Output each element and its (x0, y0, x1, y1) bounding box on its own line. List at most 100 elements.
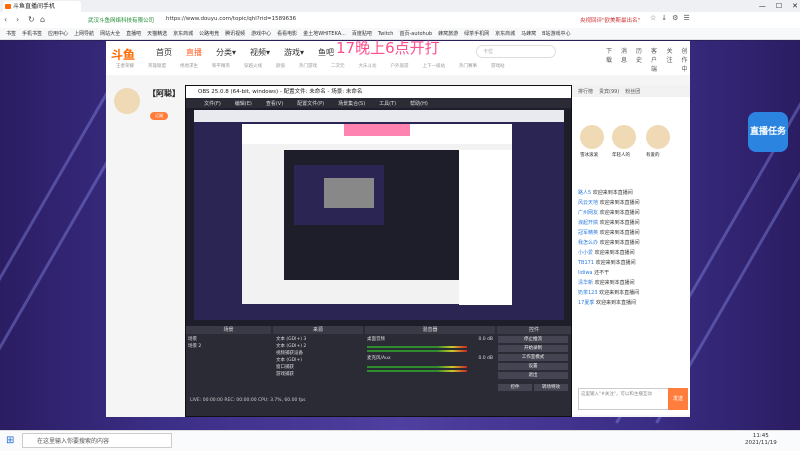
bookmark-item[interactable]: 直播吧 (126, 30, 141, 37)
start-recording-button[interactable]: 开始录制 (498, 345, 568, 352)
browser-tab[interactable]: 斗鱼直播间手机 (3, 1, 81, 12)
chat-nick[interactable]: TB171 (578, 260, 594, 266)
sub-nav-item[interactable]: 王者荣耀 (116, 63, 134, 69)
star-icon[interactable]: ☆ (650, 14, 656, 22)
news-notice[interactable]: 央视回评"欧美斯最出名" (580, 16, 640, 24)
nav-video[interactable]: 视频▾ (250, 47, 270, 58)
tab-vip[interactable]: 贵宾(99) (599, 88, 619, 95)
bookmark-item[interactable]: B站游戏中心 (542, 30, 570, 37)
sub-nav-item[interactable]: 上下一级站 (423, 63, 446, 69)
send-button[interactable]: 发送 (668, 388, 688, 410)
chat-nick[interactable]: lidiwa (578, 270, 593, 276)
scene-item[interactable]: 场景 2 (188, 343, 201, 350)
nav-fishbar[interactable]: 鱼吧 (318, 47, 334, 58)
obs-menu-file[interactable]: 文件(F) (204, 100, 221, 107)
bookmark-item[interactable]: 京东商城 (173, 30, 193, 37)
nav-game[interactable]: 游戏▾ (284, 47, 304, 58)
bookmark-item[interactable]: 蜂窝旅游 (438, 30, 458, 37)
streamer-avatar[interactable] (114, 88, 140, 114)
source-item[interactable]: 窗口捕获 (276, 364, 306, 371)
bookmark-item[interactable]: 京东商城 (495, 30, 515, 37)
obs-menu-tools[interactable]: 工具(T) (379, 100, 396, 107)
sub-nav-item[interactable]: 颜值 (276, 63, 285, 69)
bookmark-item[interactable]: 看看电影 (277, 30, 297, 37)
bookmark-item[interactable]: 金土地WHITEKA... (303, 30, 346, 37)
bookmark-item[interactable]: 应用中心 (48, 30, 68, 37)
tab-ranking[interactable]: 排行榜 (578, 88, 593, 95)
fan-avatar[interactable] (612, 125, 636, 149)
bookmark-item[interactable]: 马蜂窝 (521, 30, 536, 37)
bookmark-item[interactable]: Twitch (378, 31, 394, 37)
close-button[interactable]: ✕ (792, 0, 798, 12)
bookmark-item[interactable]: 首页-autohub (399, 30, 432, 37)
sub-nav-item[interactable]: 热门赛事 (459, 63, 477, 69)
stop-stream-button[interactable]: 停止推流 (498, 336, 568, 343)
home-icon[interactable]: ⌂ (40, 15, 45, 24)
nav-live[interactable]: 直播 (186, 47, 202, 58)
studio-mode-button[interactable]: 工作室模式 (498, 354, 568, 361)
bookmark-item[interactable]: 书签 (6, 30, 16, 37)
douyu-logo[interactable]: 斗鱼 (111, 46, 135, 63)
chat-nick[interactable]: 我怎么办 (578, 240, 598, 246)
obs-menu-view[interactable]: 查看(V) (266, 100, 283, 107)
chat-nick[interactable]: 清华新 (578, 280, 593, 286)
transitions-tab[interactable]: 转场特效 (534, 384, 568, 391)
source-item[interactable]: 文本 (GDI+) (276, 357, 306, 364)
obs-preview[interactable] (194, 110, 564, 320)
bookmark-item[interactable]: 上网导航 (74, 30, 94, 37)
sub-nav-item[interactable]: 热门游戏 (299, 63, 317, 69)
settings-button[interactable]: 设置 (498, 363, 568, 370)
exit-button[interactable]: 退出 (498, 372, 568, 379)
source-item[interactable]: 文本 (GDI+) 3 (276, 336, 306, 343)
controls-tab[interactable]: 控件 (498, 384, 532, 391)
taskbar-search-input[interactable]: 在这里输入你要搜索的内容 (22, 433, 172, 448)
sub-nav-item[interactable]: 户外旅游 (391, 63, 409, 69)
sub-nav-item[interactable]: 穿越火线 (244, 63, 262, 69)
secure-site-label[interactable]: 武汉斗鱼网络科技有限公司 (88, 16, 154, 24)
bookmark-item[interactable]: 游戏中心 (251, 30, 271, 37)
chat-nick[interactable]: 浪起开搞 (578, 220, 598, 226)
bookmark-item[interactable]: 腾讯视频 (225, 30, 245, 37)
sub-nav-item[interactable]: 二次元 (331, 63, 345, 69)
sub-nav-item[interactable]: 大乐斗龙 (359, 63, 377, 69)
chat-nick[interactable]: 广州网友 (578, 210, 598, 216)
maximize-button[interactable]: ☐ (776, 0, 782, 12)
reload-icon[interactable]: ↻ (28, 15, 35, 24)
fan-avatar[interactable] (646, 125, 670, 149)
url-field[interactable]: https://www.douyu.com/topic/qhl?rid=1589… (166, 16, 296, 22)
chat-input[interactable]: 这里输入"#关注"，可以和主播互动 (578, 388, 678, 410)
bookmark-item[interactable]: 绿茶手机网 (464, 30, 489, 37)
gear-icon[interactable]: ⚙ (672, 14, 678, 22)
chat-nick[interactable]: 冠军精英 (578, 230, 598, 236)
sub-nav-item[interactable]: 游戏站 (491, 63, 505, 69)
follow-button[interactable]: 订阅 (150, 112, 168, 120)
nav-category[interactable]: 分类▾ (216, 47, 236, 58)
chat-nick[interactable]: 小小爱 (578, 250, 593, 256)
scene-item[interactable]: 场景 (188, 336, 201, 343)
bookmark-item[interactable]: 百度贴吧 (352, 30, 372, 37)
streamer-name[interactable]: 【阿聪】 (148, 88, 180, 99)
obs-menu-scenes[interactable]: 场景集合(S) (338, 100, 365, 107)
source-item[interactable]: 视频捕获设备 (276, 350, 306, 357)
source-item[interactable]: 游戏捕获 (276, 371, 306, 378)
menu-icon[interactable]: ☰ (683, 14, 689, 22)
sub-nav-item[interactable]: 英雄联盟 (148, 63, 166, 69)
nav-home[interactable]: 首页 (156, 47, 172, 58)
chat-nick[interactable]: 17夏季 (578, 300, 594, 306)
source-item[interactable]: 文本 (GDI+) 2 (276, 343, 306, 350)
obs-menu-help[interactable]: 帮助(H) (410, 100, 428, 107)
forward-icon[interactable]: › (16, 15, 19, 24)
bookmark-item[interactable]: 手机书签 (22, 30, 42, 37)
download-icon[interactable]: ↓ (661, 14, 667, 22)
sub-nav-item[interactable]: 绝地求生 (180, 63, 198, 69)
chat-nick[interactable]: 风云天地 (578, 200, 598, 206)
bookmark-item[interactable]: 公路电竞 (199, 30, 219, 37)
sub-nav-item[interactable]: 和平精英 (212, 63, 230, 69)
obs-menu-edit[interactable]: 编辑(E) (235, 100, 252, 107)
chat-nick[interactable]: 路人5 (578, 190, 591, 196)
windows-start-icon[interactable]: ⊞ (6, 435, 14, 446)
site-search-input[interactable]: 卡位 (476, 45, 556, 58)
fan-avatar[interactable] (580, 125, 604, 149)
back-icon[interactable]: ‹ (4, 15, 7, 24)
bookmark-item[interactable]: 天猫精选 (147, 30, 167, 37)
